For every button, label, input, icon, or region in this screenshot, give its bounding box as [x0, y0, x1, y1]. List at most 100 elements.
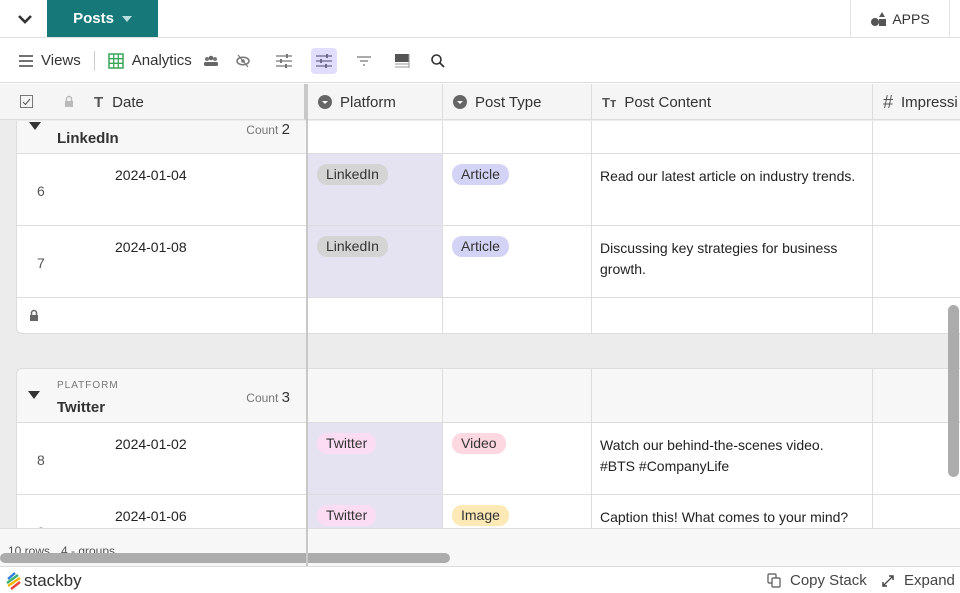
post-content-cell[interactable]: Discussing key strategies for business g… [592, 226, 873, 298]
number-field-icon: # [883, 91, 894, 112]
stackby-logo: stackby [6, 571, 82, 591]
expand-button[interactable]: Expand [881, 572, 955, 589]
table-tab-posts[interactable]: Posts [47, 0, 158, 37]
post-content-cell[interactable]: Watch our behind-the-scenes video. #BTS … [592, 423, 873, 495]
post-type-chip: Article [452, 164, 509, 185]
table-row[interactable]: 8 2024-01-02 [16, 423, 306, 495]
collapse-group-icon[interactable] [28, 391, 40, 400]
summary-bar: 10 rows 4 - groups [0, 528, 960, 566]
column-header-label: Post Content [624, 93, 712, 111]
toolbar-divider [93, 50, 95, 71]
view-toolbar: Views Analytics [0, 39, 960, 83]
views-label: Views [41, 52, 81, 69]
platform-cell[interactable]: Twitter [308, 423, 443, 495]
vertical-scrollbar[interactable] [948, 305, 959, 477]
post-content-cell[interactable]: Read our latest article on industry tren… [592, 154, 873, 226]
post-type-chip: Video [452, 433, 506, 454]
row-height-button[interactable] [389, 48, 415, 74]
lock-icon [30, 309, 38, 321]
platform-chip: Twitter [317, 505, 377, 526]
table-row[interactable]: 6 2024-01-04 [16, 154, 306, 226]
empty-cell [443, 298, 592, 334]
hamburger-icon [19, 54, 33, 67]
post-type-cell[interactable]: Article [443, 154, 592, 226]
row-number: 8 [37, 452, 45, 468]
left-header: T Date [0, 84, 306, 120]
column-header-platform[interactable]: Platform [308, 84, 443, 120]
impressions-cell[interactable] [873, 226, 960, 298]
apps-button[interactable]: APPS [850, 0, 950, 37]
check-icon [22, 98, 31, 105]
post-type-cell[interactable]: Article [443, 226, 592, 298]
single-select-icon [453, 95, 467, 109]
sort-button[interactable] [351, 48, 377, 74]
impressions-cell[interactable] [873, 154, 960, 226]
current-view-button[interactable]: Analytics [108, 52, 192, 69]
horizontal-scrollbar[interactable] [0, 553, 450, 563]
filter-lines-icon [356, 55, 371, 66]
bottom-bar: stackby Copy Stack Expand [0, 566, 960, 593]
impressions-cell[interactable] [873, 423, 960, 495]
users-icon [203, 55, 218, 66]
platform-chip: LinkedIn [317, 236, 388, 257]
sliders-icon [275, 53, 292, 68]
frozen-column-divider [306, 84, 308, 566]
column-header-label: Date [112, 93, 144, 111]
group-header-right [308, 368, 960, 424]
collaborators-button[interactable] [198, 48, 224, 74]
platform-cell[interactable]: LinkedIn [308, 226, 443, 298]
post-type-cell[interactable]: Video [443, 423, 592, 495]
copy-stack-button[interactable]: Copy Stack [767, 572, 867, 589]
date-cell[interactable]: 2024-01-06 [115, 508, 187, 524]
stackby-logo-icon [6, 572, 21, 590]
apps-label: APPS [892, 10, 930, 27]
post-type-chip: Image [452, 505, 509, 526]
group-header-linkedin[interactable]: LinkedIn Count 2 [16, 121, 306, 154]
single-select-icon [318, 95, 332, 109]
table-row[interactable]: 7 2024-01-08 [16, 226, 306, 298]
copy-stack-label: Copy Stack [790, 572, 867, 589]
column-header-impressions[interactable]: # Impressi [873, 84, 960, 120]
group-count: Count 3 [246, 389, 290, 406]
caret-down-icon[interactable] [121, 15, 132, 22]
text-field-icon: T [94, 93, 104, 111]
collapse-group-icon[interactable] [29, 122, 41, 131]
platform-chip: Twitter [317, 433, 377, 454]
views-button[interactable]: Views [19, 52, 81, 69]
brand-name: stackby [24, 571, 82, 590]
sliders-active-icon [315, 53, 332, 68]
column-header-post-type[interactable]: Post Type [443, 84, 592, 120]
filter-fields-button[interactable] [271, 48, 297, 74]
group-name: Twitter [57, 399, 106, 416]
column-header-label: Platform [340, 93, 396, 111]
table-tab-label: Posts [73, 10, 114, 27]
copy-icon [767, 573, 781, 588]
select-all-checkbox[interactable] [20, 95, 33, 108]
group-header-twitter[interactable]: PLATFORM Twitter Count 3 [16, 368, 306, 423]
empty-cell [308, 298, 443, 334]
search-button[interactable] [425, 48, 451, 74]
date-cell[interactable]: 2024-01-02 [115, 436, 187, 452]
post-content-text: Watch our behind-the-scenes video. #BTS … [600, 437, 824, 474]
empty-cell [873, 298, 960, 334]
hide-fields-button[interactable] [230, 48, 256, 74]
group-button[interactable] [310, 47, 337, 74]
post-content-text: Read our latest article on industry tren… [600, 168, 856, 184]
view-name: Analytics [131, 52, 192, 69]
expand-label: Expand [904, 572, 955, 589]
row-height-icon [394, 53, 410, 68]
column-header-label: Impressi [901, 93, 958, 111]
collapse-sidebar-button[interactable] [14, 9, 36, 29]
date-cell[interactable]: 2024-01-04 [115, 167, 187, 183]
platform-cell[interactable]: LinkedIn [308, 154, 443, 226]
post-content-text: Caption this! What comes to your mind? [600, 509, 849, 525]
column-header-date[interactable]: T Date [94, 84, 144, 120]
column-header-post-content[interactable]: Tт Post Content [592, 84, 873, 120]
group-field-label: PLATFORM [57, 380, 119, 391]
row-number: 7 [37, 255, 45, 271]
date-cell[interactable]: 2024-01-08 [115, 239, 187, 255]
empty-cell [592, 298, 873, 334]
post-content-text: Discussing key strategies for business g… [600, 240, 838, 277]
lock-icon [65, 95, 73, 107]
search-icon [430, 53, 445, 68]
